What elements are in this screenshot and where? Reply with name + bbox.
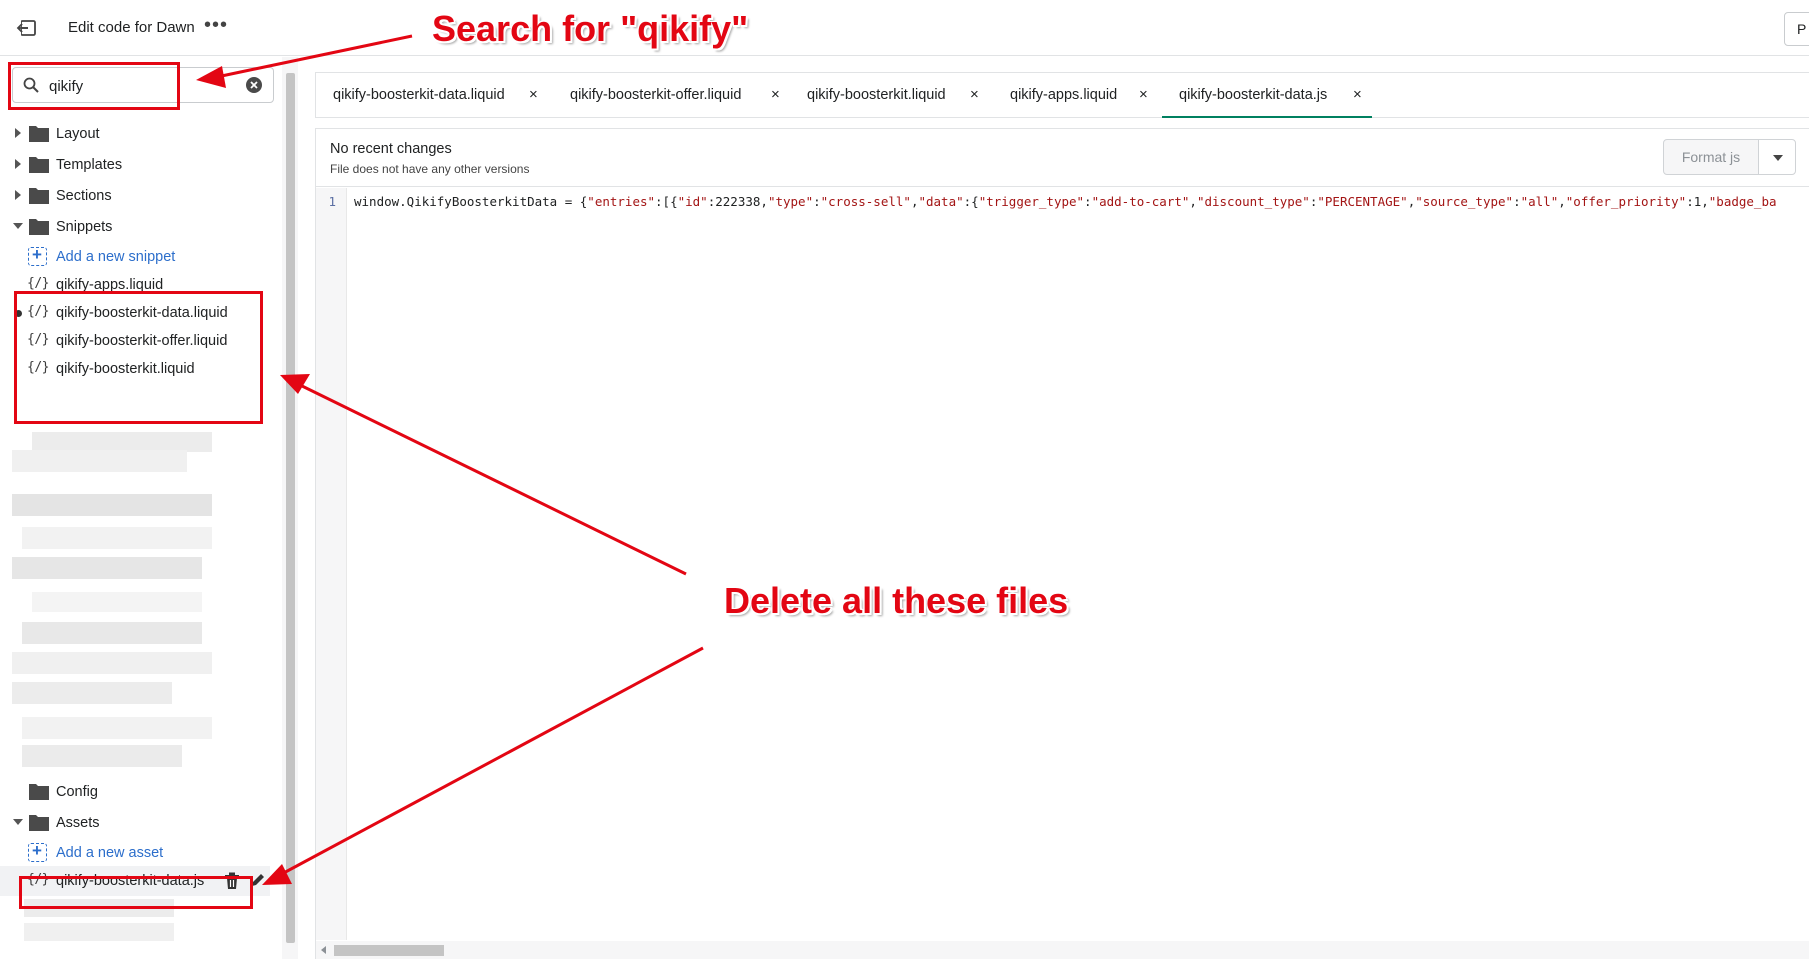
scrollbar-thumb[interactable] — [286, 73, 295, 943]
tab-label: qikify-boosterkit-data.js — [1179, 87, 1328, 103]
tab-file-active[interactable]: qikify-boosterkit-data.js × — [1162, 73, 1372, 118]
exit-icon — [16, 20, 36, 36]
chevron-down-icon — [13, 223, 23, 229]
close-tab-icon[interactable]: × — [771, 86, 780, 103]
folder-icon — [29, 157, 49, 173]
folder-icon — [29, 815, 49, 831]
exit-editor-button[interactable] — [14, 14, 42, 42]
folder-label: Sections — [56, 188, 112, 204]
folder-assets[interactable]: Assets — [0, 808, 270, 838]
code-string-token: "cross-sell" — [820, 194, 911, 209]
add-asset-label: Add a new asset — [56, 845, 164, 861]
code-punct-token: :[{ — [655, 194, 678, 209]
status-subtitle: File does not have any other versions — [330, 162, 530, 176]
tab-label: qikify-boosterkit-offer.liquid — [570, 87, 742, 103]
folder-icon — [29, 784, 49, 800]
file-tabs: qikify-boosterkit-data.liquid × qikify-b… — [315, 72, 1809, 118]
horizontal-scrollbar[interactable] — [316, 941, 1809, 959]
code-punct-token: : — [1084, 194, 1092, 209]
code-string-token: "id" — [677, 194, 708, 209]
editor-panel: No recent changes File does not have any… — [315, 128, 1809, 959]
blurred-file-list — [12, 432, 212, 772]
close-tab-icon[interactable]: × — [970, 86, 979, 103]
code-string-token: "type" — [767, 194, 814, 209]
folder-label: Snippets — [56, 219, 113, 235]
add-file-icon — [28, 841, 47, 862]
code-editor-screen: Edit code for Dawn ••• P Layout — [0, 0, 1809, 959]
more-actions-button[interactable]: ••• — [204, 14, 230, 40]
code-string-token: "entries" — [587, 194, 656, 209]
line-number: 1 — [328, 194, 336, 209]
tab-label: qikify-boosterkit.liquid — [807, 87, 946, 103]
code-line[interactable]: window.QikifyBoosterkitData = {"entries"… — [354, 194, 1777, 209]
folder-layout[interactable]: Layout — [0, 119, 270, 149]
code-punct-token: :{ — [963, 194, 979, 209]
code-punct-token: , — [1558, 194, 1566, 209]
annotation-box-snippets — [14, 291, 263, 424]
page-title: Edit code for Dawn — [68, 19, 195, 36]
tab-file[interactable]: qikify-apps.liquid × — [993, 73, 1159, 118]
folder-icon — [29, 188, 49, 204]
scroll-left-icon[interactable] — [321, 946, 326, 954]
folder-sections[interactable]: Sections — [0, 181, 270, 211]
code-punct-token: :222338, — [707, 194, 768, 209]
annotation-box-search — [8, 62, 180, 110]
scrollbar-thumb[interactable] — [334, 945, 444, 956]
code-punct-token: : — [1513, 194, 1521, 209]
chevron-right-icon — [15, 159, 21, 169]
sidebar-scrollbar[interactable] — [282, 57, 298, 959]
code-prefix: window.QikifyBoosterkitData = { — [354, 194, 588, 209]
liquid-file-icon: {/} — [27, 276, 49, 291]
format-button[interactable]: Format js — [1663, 139, 1759, 175]
folder-templates[interactable]: Templates — [0, 150, 270, 180]
folder-label: Templates — [56, 157, 123, 173]
chevron-right-icon — [15, 128, 21, 138]
format-dropdown-button[interactable] — [1758, 139, 1796, 175]
code-string-token: "offer_priority" — [1565, 194, 1687, 209]
code-string-token: "all" — [1520, 194, 1559, 209]
tab-file[interactable]: qikify-boosterkit-offer.liquid × — [553, 73, 790, 118]
editor-status-header: No recent changes File does not have any… — [316, 129, 1809, 187]
tab-label: qikify-boosterkit-data.liquid — [333, 87, 505, 103]
code-string-token: "PERCENTAGE" — [1317, 194, 1408, 209]
folder-label: Config — [56, 784, 98, 800]
editor-area: qikify-boosterkit-data.liquid × qikify-b… — [315, 72, 1809, 959]
line-gutter: 1 — [316, 188, 347, 940]
folder-icon — [29, 126, 49, 142]
folder-icon — [29, 219, 49, 235]
code-punct-token: : — [813, 194, 821, 209]
file-sidebar: Layout Templates Sections Snippets Add a… — [0, 57, 282, 959]
add-snippet-label: Add a new snippet — [56, 249, 176, 265]
tab-file[interactable]: qikify-boosterkit.liquid × — [790, 73, 990, 118]
code-punct-token: :1, — [1686, 194, 1709, 209]
annotation-box-asset — [19, 876, 253, 909]
chevron-down-icon — [13, 819, 23, 825]
annotation-search-text: Search for "qikify" — [432, 8, 749, 49]
add-snippet-link[interactable]: Add a new snippet — [0, 242, 270, 272]
add-file-icon — [28, 245, 47, 266]
code-string-token: "source_type" — [1415, 194, 1514, 209]
tab-label: qikify-apps.liquid — [1010, 87, 1118, 103]
close-tab-icon[interactable]: × — [529, 86, 538, 103]
preview-button[interactable]: P — [1784, 12, 1809, 46]
add-asset-link[interactable]: Add a new asset — [0, 838, 270, 868]
chevron-right-icon — [15, 190, 21, 200]
close-tab-icon[interactable]: × — [1139, 86, 1148, 103]
top-bar: Edit code for Dawn ••• P — [0, 0, 1809, 56]
code-punct-token: , — [1189, 194, 1197, 209]
code-string-token: "data" — [918, 194, 964, 209]
folder-snippets[interactable]: Snippets — [0, 212, 270, 242]
clear-search-icon[interactable] — [245, 76, 263, 94]
code-string-token: "badge_ba — [1708, 194, 1777, 209]
folder-config[interactable]: Config — [0, 777, 270, 807]
close-tab-icon[interactable]: × — [1353, 86, 1362, 103]
annotation-delete-text: Delete all these files — [724, 580, 1069, 621]
tab-file[interactable]: qikify-boosterkit-data.liquid × — [316, 73, 548, 118]
code-string-token: "add-to-cart" — [1091, 194, 1190, 209]
folder-label: Assets — [56, 815, 100, 831]
code-string-token: "trigger_type" — [978, 194, 1085, 209]
code-string-token: "discount_type" — [1196, 194, 1310, 209]
status-title: No recent changes — [330, 141, 452, 157]
folder-label: Layout — [56, 126, 100, 142]
